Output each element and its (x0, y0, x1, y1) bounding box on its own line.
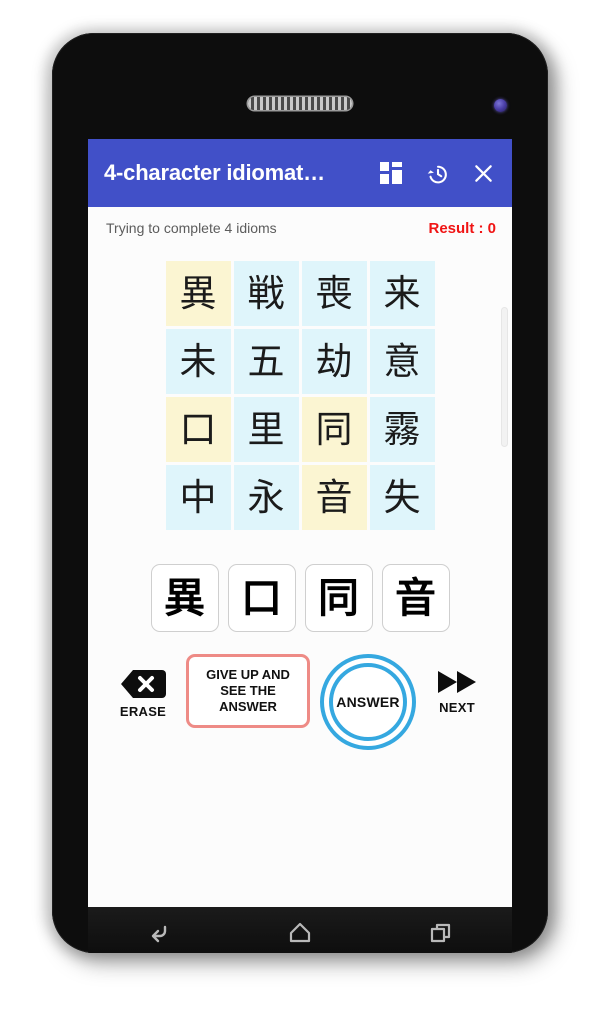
history-icon[interactable] (422, 158, 452, 188)
answer-slot[interactable]: 口 (227, 564, 296, 632)
grid-cell[interactable]: 来 (369, 261, 435, 326)
dashboard-icon[interactable] (376, 158, 406, 188)
backspace-icon (121, 670, 166, 698)
grid-cell[interactable]: 異 (165, 261, 231, 326)
grid-cell[interactable]: 口 (165, 397, 231, 462)
character-grid-container: 異 戦 喪 来 未 五 劫 意 口 里 同 霧 中 永 音 失 (88, 261, 512, 530)
grid-cell[interactable]: 意 (369, 329, 435, 394)
status-strip: Trying to complete 4 idioms Result : 0 (88, 207, 512, 249)
answer-slot[interactable]: 同 (304, 564, 373, 632)
erase-button[interactable]: ERASE (106, 654, 180, 719)
page-title: 4-character idiomat… (104, 160, 325, 185)
android-navigation-bar (88, 907, 512, 953)
front-camera-icon (494, 99, 507, 112)
back-icon[interactable] (132, 914, 186, 952)
answer-slot[interactable]: 異 (150, 564, 219, 632)
recents-icon[interactable] (414, 914, 468, 952)
next-button[interactable]: NEXT (420, 654, 494, 715)
grid-cell[interactable]: 五 (233, 329, 299, 394)
grid-cell[interactable]: 未 (165, 329, 231, 394)
control-row: ERASE GIVE UP AND SEE THE ANSWER ANSWER … (88, 654, 512, 750)
character-grid: 異 戦 喪 来 未 五 劫 意 口 里 同 霧 中 永 音 失 (165, 261, 435, 530)
grid-cell[interactable]: 失 (369, 465, 435, 530)
grid-cell[interactable]: 里 (233, 397, 299, 462)
home-icon[interactable] (273, 914, 327, 952)
result-score: Result : 0 (428, 219, 496, 237)
answer-slot[interactable]: 音 (381, 564, 450, 632)
answer-slot-row: 異 口 同 音 (88, 564, 512, 632)
erase-label: ERASE (119, 704, 167, 719)
earpiece-speaker-grille (248, 97, 352, 110)
vertical-scrollbar[interactable] (501, 307, 508, 447)
grid-cell[interactable]: 中 (165, 465, 231, 530)
phone-screen: 4-character idiomat… Trying to complete … (88, 139, 512, 907)
status-message: Trying to complete 4 idioms (106, 220, 277, 236)
grid-cell[interactable]: 同 (301, 397, 367, 462)
fast-forward-icon (438, 671, 476, 693)
next-label: NEXT (439, 700, 475, 715)
grid-cell[interactable]: 喪 (301, 261, 367, 326)
grid-cell[interactable]: 戦 (233, 261, 299, 326)
give-up-label: GIVE UP AND SEE THE ANSWER (206, 666, 290, 715)
give-up-button[interactable]: GIVE UP AND SEE THE ANSWER (186, 654, 310, 728)
answer-label: ANSWER (336, 694, 400, 710)
app-bar: 4-character idiomat… (88, 139, 512, 207)
phone-device-frame: 4-character idiomat… Trying to complete … (52, 33, 548, 953)
close-icon[interactable] (468, 158, 498, 188)
grid-cell[interactable]: 永 (233, 465, 299, 530)
grid-cell[interactable]: 音 (301, 465, 367, 530)
answer-button[interactable]: ANSWER (320, 654, 416, 750)
grid-cell[interactable]: 霧 (369, 397, 435, 462)
grid-cell[interactable]: 劫 (301, 329, 367, 394)
